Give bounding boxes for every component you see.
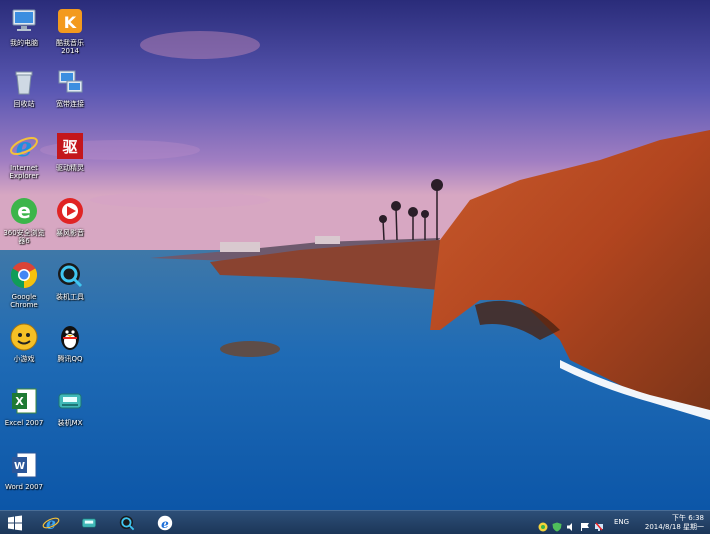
computer-icon	[9, 6, 39, 36]
recycle-bin-label: 回收站	[13, 100, 35, 108]
svg-text:X: X	[15, 395, 24, 408]
recycle-bin-shortcut[interactable]: 回收站	[0, 67, 48, 108]
computer-label: 我的电脑	[10, 39, 38, 47]
word-shortcut[interactable]: W Word 2007	[0, 450, 48, 491]
svg-text:e: e	[161, 516, 169, 530]
kuwo-music-shortcut[interactable]: K 酷我音乐 2014	[46, 6, 94, 55]
tray-shield-icon[interactable]	[552, 517, 562, 532]
tray-network-icon[interactable]	[594, 517, 604, 531]
install-tools-icon	[55, 260, 85, 290]
recycle-bin-icon	[9, 67, 39, 97]
kuwo-music-label: 酷我音乐 2014	[56, 39, 84, 55]
360-browser-label: 360安全浏览 器6	[3, 229, 45, 245]
internet-explorer-icon: e	[9, 131, 39, 163]
svg-text:驱: 驱	[62, 138, 77, 156]
internet-explorer-shortcut[interactable]: e Internet Explorer	[0, 131, 48, 180]
excel-shortcut[interactable]: X Excel 2007	[0, 386, 48, 427]
tray-flag-icon[interactable]	[580, 517, 590, 531]
360-browser-icon: e	[9, 196, 39, 226]
computer-shortcut[interactable]: 我的电脑	[0, 6, 48, 47]
360-browser-shortcut[interactable]: e 360安全浏览 器6	[0, 196, 48, 245]
kuwo-music-icon: K	[55, 6, 85, 36]
qq-penguin-icon	[55, 322, 85, 352]
mx-tool-label: 装机MX	[57, 419, 83, 427]
broadband-connection-shortcut[interactable]: 宽带连接	[46, 67, 94, 108]
tray-360-icon[interactable]	[538, 517, 548, 532]
chrome-shortcut[interactable]: Google Chrome	[0, 260, 48, 309]
excel-label: Excel 2007	[4, 419, 44, 427]
clock[interactable]: 下午 6:38 2014/8/18 星期一	[638, 514, 704, 532]
mini-game-label: 小游戏	[13, 355, 35, 363]
clock-date: 2014/8/18 星期一	[644, 523, 704, 531]
desktop[interactable]: 我的电脑 回收站 e Internet Explorer e 360安全浏览 器…	[0, 0, 710, 533]
windows-logo-icon	[8, 515, 22, 530]
word-label: Word 2007	[4, 483, 44, 491]
mini-game-icon	[9, 322, 39, 352]
taskbar-ie-alt-button[interactable]: e	[154, 513, 176, 532]
driver-genius-shortcut[interactable]: 驱 驱动精灵	[46, 131, 94, 172]
broadband-connection-label: 宽带连接	[56, 100, 84, 108]
storm-player-icon	[55, 196, 85, 226]
storm-player-label: 暴风影音	[56, 229, 84, 237]
mx-tool-icon	[82, 518, 96, 527]
chrome-icon	[9, 260, 39, 290]
mx-tool-shortcut[interactable]: 装机MX	[46, 386, 94, 427]
ie-alt-icon: e	[157, 515, 173, 530]
taskbar-mx-button[interactable]	[78, 513, 100, 532]
taskbar: e e ENG 下午 6:38 2014/8/18 星期一	[0, 510, 710, 534]
driver-genius-label: 驱动精灵	[56, 164, 84, 172]
svg-text:e: e	[46, 514, 56, 532]
svg-text:K: K	[64, 13, 77, 32]
language-indicator[interactable]: ENG	[614, 518, 629, 526]
qq-shortcut[interactable]: 腾讯QQ	[46, 322, 94, 363]
wallpaper	[0, 0, 710, 510]
internet-explorer-label: Internet Explorer	[9, 164, 39, 180]
mx-tool-icon	[55, 386, 85, 416]
broadband-connection-icon	[55, 67, 85, 97]
svg-text:W: W	[14, 461, 25, 472]
qq-label: 腾讯QQ	[57, 355, 83, 363]
install-tools-icon	[119, 515, 135, 530]
internet-explorer-icon: e	[42, 514, 60, 532]
start-button[interactable]	[4, 513, 26, 532]
mini-game-shortcut[interactable]: 小游戏	[0, 322, 48, 363]
storm-player-shortcut[interactable]: 暴风影音	[46, 196, 94, 237]
chrome-label: Google Chrome	[10, 293, 38, 309]
tray-sound-icon[interactable]	[566, 517, 576, 531]
clock-time: 下午 6:38	[672, 514, 704, 522]
word-icon: W	[9, 450, 39, 480]
svg-text:e: e	[17, 199, 31, 223]
install-tools-shortcut[interactable]: 装机工具	[46, 260, 94, 301]
excel-icon: X	[9, 386, 39, 416]
install-tools-label: 装机工具	[56, 293, 84, 301]
taskbar-tools-button[interactable]	[116, 513, 138, 532]
taskbar-ie-button[interactable]: e	[40, 513, 62, 532]
driver-genius-icon: 驱	[55, 131, 85, 161]
